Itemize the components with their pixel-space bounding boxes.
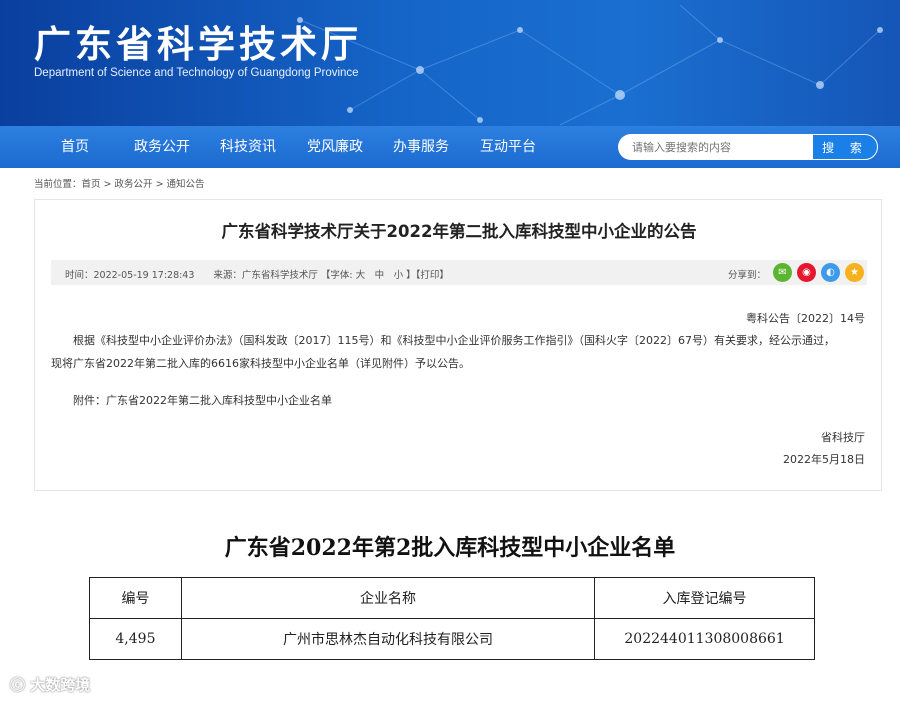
- qq-icon[interactable]: ◐: [821, 263, 840, 282]
- breadcrumb-home[interactable]: 首页: [82, 179, 101, 190]
- article-title: 广东省科学技术厅关于2022年第二批入库科技型中小企业的公告: [221, 222, 697, 241]
- attachment-link[interactable]: 附件：广东省2022年第二批入库科技型中小企业名单: [73, 392, 332, 408]
- article-meta-bar: 时间：2022-05-19 17:28:43 来源：广东省科学技术厅 【字体: …: [51, 260, 867, 285]
- sign-date: 2022年5月18日: [783, 453, 865, 466]
- nav-item-government-affairs[interactable]: 政务公开: [134, 126, 190, 168]
- table-header-row: 编号 企业名称 入库登记编号: [89, 577, 815, 619]
- wechat-icon[interactable]: ✉: [773, 263, 792, 282]
- column-header-company: 企业名称: [180, 577, 596, 619]
- breadcrumb-notices[interactable]: 通知公告: [167, 179, 205, 190]
- breadcrumb-government-affairs[interactable]: 政务公开: [115, 179, 153, 190]
- nav-item-services[interactable]: 办事服务: [393, 126, 449, 168]
- watermark: ⓒ 大数跨境: [10, 674, 90, 695]
- article-body-line-1: 根据《科技型中小企业评价办法》（国科发政〔2017〕115号）和《科技型中小企业…: [73, 334, 835, 347]
- table-row: 4,495 广州市思林杰自动化科技有限公司 202244011308008661: [89, 618, 815, 660]
- nav-item-interaction[interactable]: 互动平台: [480, 126, 536, 168]
- nav-item-tech-news[interactable]: 科技资讯: [220, 126, 276, 168]
- enterprise-table: 编号 企业名称 入库登记编号 4,495 广州市思林杰自动化科技有限公司 202…: [89, 577, 815, 660]
- main-nav: 首页 政务公开 科技资讯 党风廉政 办事服务 互动平台 搜 索: [0, 126, 900, 168]
- search-button[interactable]: 搜 索: [812, 134, 878, 160]
- share-label: 分享到：: [728, 270, 767, 281]
- article-body-line-2: 现将广东省2022年第二批入库的6616家科技型中小企业名单（详见附件）予以公告…: [51, 357, 470, 370]
- column-header-number: 编号: [89, 577, 182, 619]
- site-title: 广东省科学技术厅: [34, 23, 362, 66]
- nav-item-home[interactable]: 首页: [61, 126, 89, 168]
- cell-registration-number: 202244011308008661: [594, 618, 815, 660]
- watermark-text: 大数跨境: [30, 676, 91, 694]
- breadcrumb-separator: >: [152, 179, 167, 190]
- breadcrumb-separator: >: [100, 179, 115, 190]
- nav-item-party-integrity[interactable]: 党风廉政: [307, 126, 363, 168]
- column-header-registration: 入库登记编号: [594, 577, 815, 619]
- cell-number: 4,495: [89, 618, 182, 660]
- document-number: 粤科公告〔2022〕14号: [746, 312, 865, 325]
- watermark-logo-icon: ⓒ: [10, 676, 26, 694]
- site-subtitle: Department of Science and Technology of …: [34, 67, 359, 79]
- search-input[interactable]: [618, 134, 812, 160]
- qzone-icon[interactable]: ★: [845, 263, 864, 282]
- announcement-article: 广东省科学技术厅关于2022年第二批入库科技型中小企业的公告 时间：2022-0…: [34, 199, 882, 491]
- list-title: 广东省2022年第2批入库科技型中小企业名单: [224, 535, 676, 561]
- signer: 省科技厅: [821, 431, 865, 444]
- breadcrumb-label: 当前位置：: [34, 179, 82, 190]
- breadcrumb: 当前位置：首页 > 政务公开 > 通知公告: [34, 176, 205, 190]
- cell-company-name: 广州市思林杰自动化科技有限公司: [180, 618, 596, 660]
- article-meta: 时间：2022-05-19 17:28:43 来源：广东省科学技术厅 【字体: …: [65, 270, 449, 281]
- header-banner: 广东省科学技术厅 Department of Science and Techn…: [0, 0, 900, 126]
- weibo-icon[interactable]: ◉: [797, 263, 816, 282]
